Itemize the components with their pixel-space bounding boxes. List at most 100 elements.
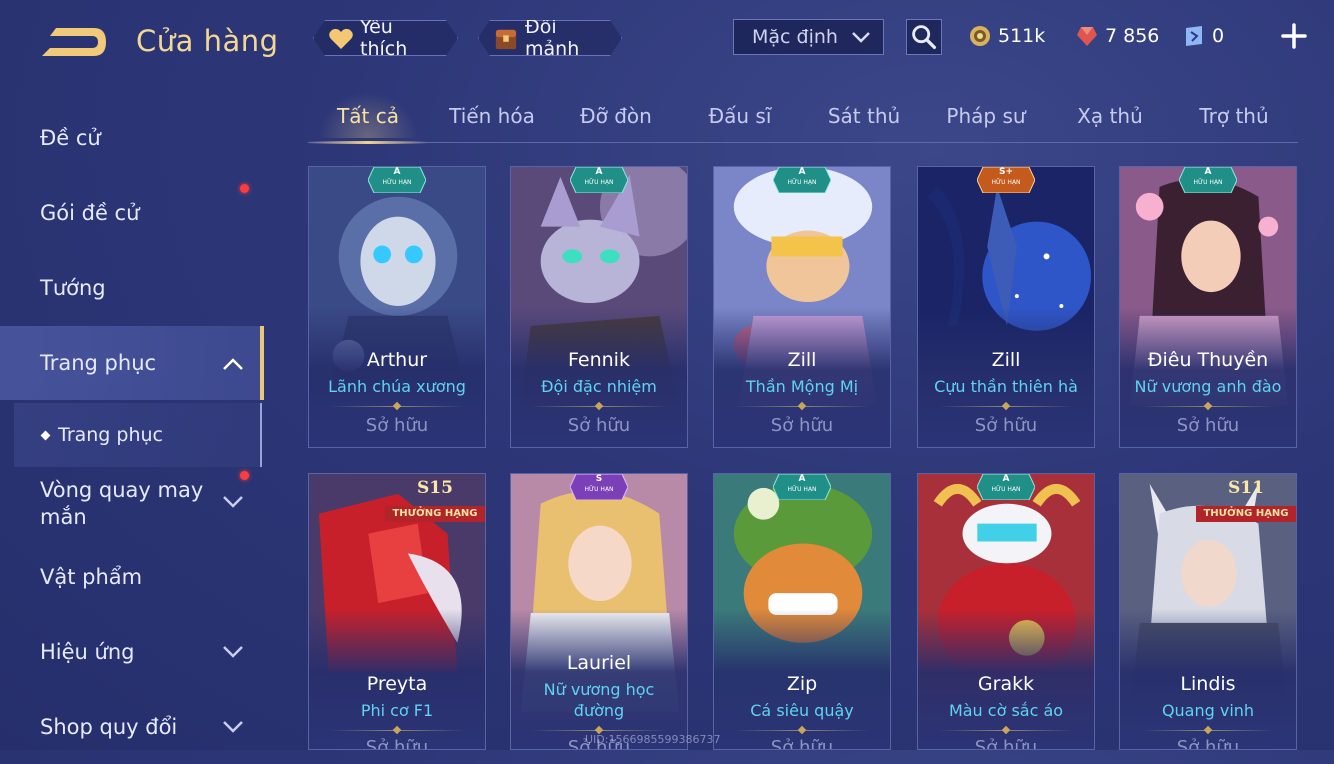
skin-card[interactable]: S HỮU HẠN Lauriel Nữ vương học đường Sở …	[510, 473, 688, 750]
skin-name: Nữ vương anh đào	[1134, 377, 1282, 396]
sidebar-item-recommended[interactable]: Đề cử	[0, 101, 260, 175]
hero-name: Arthur	[366, 349, 428, 371]
uid-watermark: UID:1566985599386737	[585, 733, 721, 746]
tab-mage[interactable]: Pháp sư	[926, 104, 1046, 128]
skin-card[interactable]: A HỮU HẠN Fennik Đội đặc nhiệm Sở hữu	[510, 166, 688, 448]
tab-fighter[interactable]: Đấu sĩ	[680, 104, 800, 128]
rank-letter: S+	[998, 167, 1014, 177]
skin-card[interactable]: A HỮU HẠN Điêu Thuyền Nữ vương anh đào S…	[1119, 166, 1297, 448]
hero-name: Điêu Thuyền	[1147, 349, 1269, 371]
rank-letter: A	[393, 167, 401, 177]
sidebar-item-effects[interactable]: Hiệu ứng	[0, 615, 260, 689]
sidebar-item-items[interactable]: Vật phẩm	[0, 540, 260, 614]
fragment-exchange-button[interactable]: Đổi mảnh	[478, 20, 622, 56]
rank-sublabel: HỮU HẠN	[991, 486, 1021, 493]
tab-tank[interactable]: Đỡ đòn	[556, 104, 676, 128]
owned-status: Sở hữu	[974, 737, 1038, 750]
skin-card[interactable]: A HỮU HẠN Zip Cá siêu quậy Sở hữu	[713, 473, 891, 750]
owned-status: Sở hữu	[365, 737, 429, 750]
skin-name: Quang vinh	[1161, 701, 1255, 720]
ruby-gem-icon	[1077, 27, 1097, 46]
rank-letter: A	[595, 167, 603, 177]
chevron-down-icon	[223, 496, 243, 508]
skin-name: Cựu thần thiên hà	[934, 377, 1078, 396]
rank-badge: S HỮU HẠN	[570, 474, 628, 500]
sidebar-item-label: Trang phục	[40, 350, 157, 375]
sidebar-item-label: Vật phẩm	[40, 564, 143, 589]
sidebar-item-heroes[interactable]: Tướng	[0, 251, 260, 325]
rank-sublabel: HỮU HẠN	[584, 486, 614, 493]
rank-badge: A HỮU HẠN	[570, 167, 628, 193]
skin-card[interactable]: S+ HỮU HẠN Zill Cựu thần thiên hà Sở hữu	[917, 166, 1095, 448]
rank-letter: A	[798, 474, 806, 484]
skin-card[interactable]: A HỮU HẠN Grakk Màu cờ sắc áo Sở hữu	[917, 473, 1095, 750]
hero-name: Zip	[786, 673, 818, 695]
owned-status: Sở hữu	[567, 415, 631, 436]
favorite-label: Yêu thích	[360, 16, 408, 60]
season-number: S15	[417, 478, 453, 498]
sidebar-subitem-skins[interactable]: Trang phục	[14, 403, 262, 467]
gold-amount: 511k	[998, 25, 1046, 47]
owned-status: Sở hữu	[974, 415, 1038, 436]
skin-name: Thần Mộng Mị	[745, 377, 859, 396]
rank-sublabel: HỮU HẠN	[382, 179, 412, 186]
rank-badge: A HỮU HẠN	[1179, 167, 1237, 193]
plus-icon[interactable]	[1280, 22, 1308, 50]
season-badge: S11 THƯỞNG HẠNG	[1196, 478, 1296, 522]
season-number: S11	[1228, 478, 1264, 498]
tab-marksman[interactable]: Xạ thủ	[1050, 104, 1170, 128]
hero-name: Grakk	[977, 673, 1035, 695]
rank-letter: A	[798, 167, 806, 177]
rank-letter: A	[1204, 167, 1212, 177]
sidebar-item-exchange-shop[interactable]: Shop quy đổi	[0, 690, 260, 764]
search-button[interactable]	[906, 19, 942, 55]
tab-support[interactable]: Trợ thủ	[1174, 104, 1294, 128]
hero-name: Fennik	[568, 349, 630, 371]
gold-coin-icon	[970, 26, 990, 46]
sidebar-item-skins[interactable]: Trang phục	[0, 326, 264, 400]
skin-name: Nữ vương học đường	[543, 680, 655, 720]
back-arrow-icon[interactable]	[38, 22, 110, 62]
sidebar-item-label: Đề cử	[40, 125, 101, 150]
hero-name: Preyta	[366, 673, 428, 695]
skin-card[interactable]: A HỮU HẠN Arthur Lãnh chúa xương Sở hữu	[308, 166, 486, 448]
sidebar-item-recommended-packs[interactable]: Gói đề cử	[0, 176, 260, 250]
top-bar: Cửa hàng Yêu thích Đổi mảnh Mặc định 511…	[0, 0, 1334, 80]
rank-letter: S	[595, 474, 603, 484]
skin-card[interactable]: A HỮU HẠN Zill Thần Mộng Mị Sở hữu	[713, 166, 891, 448]
sidebar-item-label: Hiệu ứng	[40, 639, 135, 664]
skin-name: Màu cờ sắc áo	[948, 701, 1064, 720]
rank-badge: A HỮU HẠN	[977, 474, 1035, 500]
sidebar-item-label: Shop quy đổi	[40, 714, 178, 739]
treasure-chest-icon	[493, 27, 519, 51]
skin-card[interactable]: S15 THƯỞNG HẠNG Preyta Phi cơ F1 Sở hữu	[308, 473, 486, 750]
rank-badge: A HỮU HẠN	[368, 167, 426, 193]
chevron-down-icon	[223, 721, 243, 733]
chevron-down-icon	[223, 646, 243, 658]
skin-card[interactable]: S11 THƯỞNG HẠNG Lindis Quang vinh Sở hữu	[1119, 473, 1297, 750]
page-title: Cửa hàng	[136, 24, 279, 58]
tab-all[interactable]: Tất cả	[308, 104, 428, 128]
tab-assassin[interactable]: Sát thủ	[804, 104, 924, 128]
hero-name: Lauriel	[566, 652, 632, 674]
hero-name: Lindis	[1180, 673, 1236, 695]
favorite-button[interactable]: Yêu thích	[313, 20, 458, 56]
gold-currency: 511k	[968, 22, 1045, 50]
notification-dot	[240, 471, 249, 480]
owned-status: Sở hữu	[770, 737, 834, 750]
owned-status: Sở hữu	[1176, 415, 1240, 436]
rank-letter: A	[1002, 474, 1010, 484]
sort-value: Mặc định	[752, 26, 838, 48]
skin-name: Cá siêu quậy	[750, 701, 854, 720]
sort-dropdown[interactable]: Mặc định	[733, 19, 884, 55]
chevron-up-icon	[223, 358, 243, 370]
hero-name: Zill	[787, 349, 817, 371]
tab-evolution[interactable]: Tiến hóa	[432, 104, 552, 128]
rank-sublabel: HỮU HẠN	[787, 486, 817, 493]
season-tag: THƯỞNG HẠNG	[1196, 506, 1296, 522]
sidebar-item-lucky-wheel[interactable]: Vòng quay may mắn	[0, 467, 260, 541]
rank-sublabel: HỮU HẠN	[584, 179, 614, 186]
notification-dot	[240, 184, 249, 193]
owned-status: Sở hữu	[1176, 737, 1240, 750]
season-badge: S15 THƯỞNG HẠNG	[385, 478, 485, 522]
